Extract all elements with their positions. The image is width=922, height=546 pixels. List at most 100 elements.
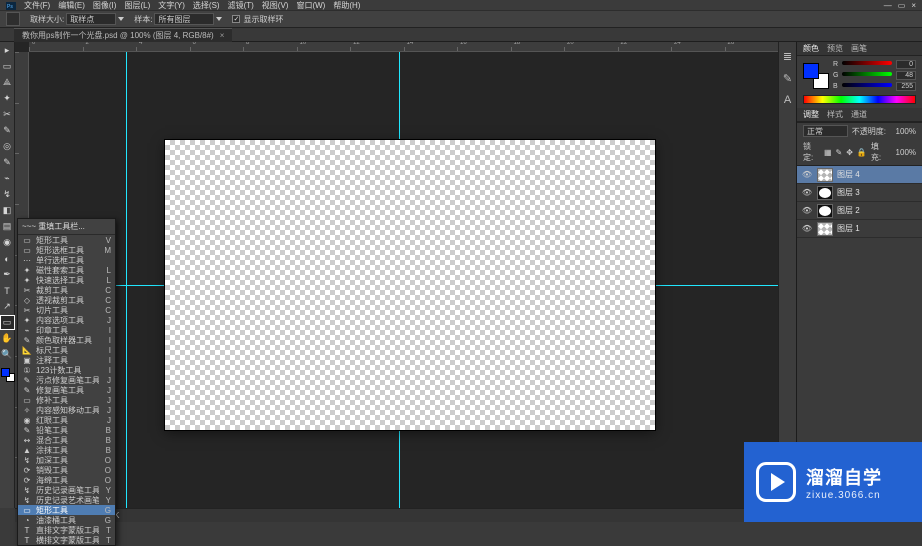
- popup-tool-row[interactable]: ◔油漆桶工具G: [18, 515, 115, 525]
- hand-tool[interactable]: ✋: [1, 332, 14, 345]
- tab-style[interactable]: 样式: [827, 109, 843, 120]
- color-swatch[interactable]: [1, 368, 13, 380]
- zoom-tool[interactable]: 🔍: [1, 348, 14, 361]
- popup-tool-row[interactable]: ✂裁剪工具C: [18, 285, 115, 295]
- opacity-value[interactable]: 100%: [890, 127, 916, 136]
- popup-tool-row[interactable]: ✦快速选择工具L: [18, 275, 115, 285]
- lock-paint-icon[interactable]: ✎: [836, 148, 843, 157]
- popup-tool-row[interactable]: ✎污点修复画笔工具J: [18, 375, 115, 385]
- lock-position-icon[interactable]: ✥: [846, 148, 853, 157]
- popup-tool-row[interactable]: ▭矩形工具G: [18, 505, 115, 515]
- b-slider[interactable]: [842, 83, 892, 91]
- marquee-tool[interactable]: ▭: [1, 60, 14, 73]
- popup-tool-row[interactable]: ↯历史记录艺术画笔工具Y: [18, 495, 115, 505]
- layer-thumb[interactable]: [817, 168, 833, 182]
- canvas-stage[interactable]: [29, 52, 778, 508]
- popup-tool-row[interactable]: ✎修复画笔工具J: [18, 385, 115, 395]
- history-panel-icon[interactable]: ≣: [781, 50, 795, 64]
- blend-mode-select[interactable]: 正常: [803, 125, 848, 137]
- popup-tool-row[interactable]: ▭修补工具J: [18, 395, 115, 405]
- popup-tool-row[interactable]: ▭矩形工具V: [18, 235, 115, 245]
- menu-file[interactable]: 文件(F): [24, 0, 50, 11]
- popup-tool-row[interactable]: ⋯单行选框工具: [18, 255, 115, 265]
- popup-tool-row[interactable]: ◇透视裁剪工具C: [18, 295, 115, 305]
- artboard[interactable]: [165, 140, 655, 430]
- active-tool-icon[interactable]: [6, 12, 20, 26]
- popup-tool-row[interactable]: ✎颜色取样器工具I: [18, 335, 115, 345]
- document-tab[interactable]: 教你用ps制作一个光盘.psd @ 100% (图层 4, RGB/8#) ×: [14, 28, 232, 42]
- menu-edit[interactable]: 编辑(E): [58, 0, 85, 11]
- popup-tool-row[interactable]: T直排文字蒙版工具T: [18, 525, 115, 535]
- char-panel-icon[interactable]: A: [781, 94, 795, 108]
- window-maximize[interactable]: ▭: [898, 1, 906, 10]
- popup-tool-row[interactable]: ⌁印章工具I: [18, 325, 115, 335]
- layer-thumb[interactable]: [817, 222, 833, 236]
- popup-tool-row[interactable]: ◉红眼工具J: [18, 415, 115, 425]
- popup-tool-row[interactable]: 📐标尺工具I: [18, 345, 115, 355]
- g-value[interactable]: 48: [896, 71, 916, 80]
- lasso-tool[interactable]: ⟁: [1, 76, 14, 89]
- brush-tool[interactable]: ✎: [1, 156, 14, 169]
- menu-window[interactable]: 窗口(W): [296, 0, 325, 11]
- tab-swatches[interactable]: 预览: [827, 43, 843, 54]
- g-slider[interactable]: [842, 72, 892, 80]
- layer-name[interactable]: 图层 1: [837, 223, 918, 234]
- popup-tool-row[interactable]: ✂切片工具C: [18, 305, 115, 315]
- menu-image[interactable]: 图像(I): [93, 0, 117, 11]
- popup-tool-row[interactable]: ▭矩形选框工具M: [18, 245, 115, 255]
- window-minimize[interactable]: —: [884, 1, 892, 10]
- layer-row[interactable]: 👁 图层 4: [797, 166, 922, 184]
- tab-brush[interactable]: 画笔: [851, 43, 867, 54]
- close-icon[interactable]: ×: [220, 31, 225, 40]
- sample-select[interactable]: 所有图层: [154, 13, 214, 25]
- sample-size-select[interactable]: 取样点: [66, 13, 116, 25]
- tab-color[interactable]: 颜色: [803, 43, 819, 54]
- eyedropper-tool[interactable]: ✎: [1, 124, 14, 137]
- layer-row[interactable]: 👁 图层 3: [797, 184, 922, 202]
- eraser-tool[interactable]: ◧: [1, 204, 14, 217]
- popup-tool-row[interactable]: ↯加深工具O: [18, 455, 115, 465]
- popup-tool-row[interactable]: ①123计数工具I: [18, 365, 115, 375]
- layer-name[interactable]: 图层 2: [837, 205, 918, 216]
- tab-adjust[interactable]: 调整: [803, 109, 819, 120]
- menu-help[interactable]: 帮助(H): [333, 0, 360, 11]
- menu-filter[interactable]: 滤镜(T): [228, 0, 254, 11]
- move-tool[interactable]: ▸: [1, 44, 14, 57]
- clone-tool[interactable]: ⌁: [1, 172, 14, 185]
- show-ring-checkbox[interactable]: 显示取样环: [232, 14, 283, 25]
- eye-icon[interactable]: 👁: [801, 170, 813, 179]
- history-brush-tool[interactable]: ↯: [1, 188, 14, 201]
- tab-channel[interactable]: 通道: [851, 109, 867, 120]
- guide-vertical[interactable]: [126, 52, 127, 508]
- popup-tool-row[interactable]: ⟳销毁工具O: [18, 465, 115, 475]
- ruler-horizontal[interactable]: 0 2 4 6 8 10 12 14 16 18 20 22 24 26: [29, 42, 778, 52]
- eye-icon[interactable]: 👁: [801, 206, 813, 215]
- rect-shape-tool[interactable]: ▭: [1, 316, 14, 329]
- hue-ramp[interactable]: [803, 95, 916, 104]
- popup-tool-row[interactable]: T横排文字蒙版工具T: [18, 535, 115, 545]
- popup-tool-row[interactable]: ▣注释工具I: [18, 355, 115, 365]
- popup-tool-row[interactable]: ✦内容选项工具J: [18, 315, 115, 325]
- layer-row[interactable]: 👁 图层 1: [797, 220, 922, 238]
- popup-tool-row[interactable]: ↯历史记录画笔工具Y: [18, 485, 115, 495]
- popup-tool-row[interactable]: ✧内容感知移动工具J: [18, 405, 115, 415]
- gradient-tool[interactable]: ▤: [1, 220, 14, 233]
- layer-row[interactable]: 👁 图层 2: [797, 202, 922, 220]
- menu-layer[interactable]: 图层(L): [124, 0, 150, 11]
- foreground-color[interactable]: [1, 368, 10, 377]
- layer-thumb[interactable]: [817, 204, 833, 218]
- type-tool[interactable]: T: [1, 284, 14, 297]
- window-close[interactable]: ×: [911, 1, 916, 10]
- popup-tool-row[interactable]: ✎铅笔工具B: [18, 425, 115, 435]
- b-value[interactable]: 255: [896, 82, 916, 91]
- path-tool[interactable]: ↗: [1, 300, 14, 313]
- menu-view[interactable]: 视图(V): [262, 0, 289, 11]
- popup-tool-row[interactable]: ↭混合工具B: [18, 435, 115, 445]
- popup-tool-row[interactable]: ▲涂抹工具B: [18, 445, 115, 455]
- foreground-swatch[interactable]: [803, 63, 819, 79]
- pen-tool[interactable]: ✒: [1, 268, 14, 281]
- layer-name[interactable]: 图层 3: [837, 187, 918, 198]
- r-slider[interactable]: [842, 61, 892, 69]
- fill-value[interactable]: 100%: [892, 148, 916, 157]
- swatch-pair[interactable]: [803, 63, 829, 89]
